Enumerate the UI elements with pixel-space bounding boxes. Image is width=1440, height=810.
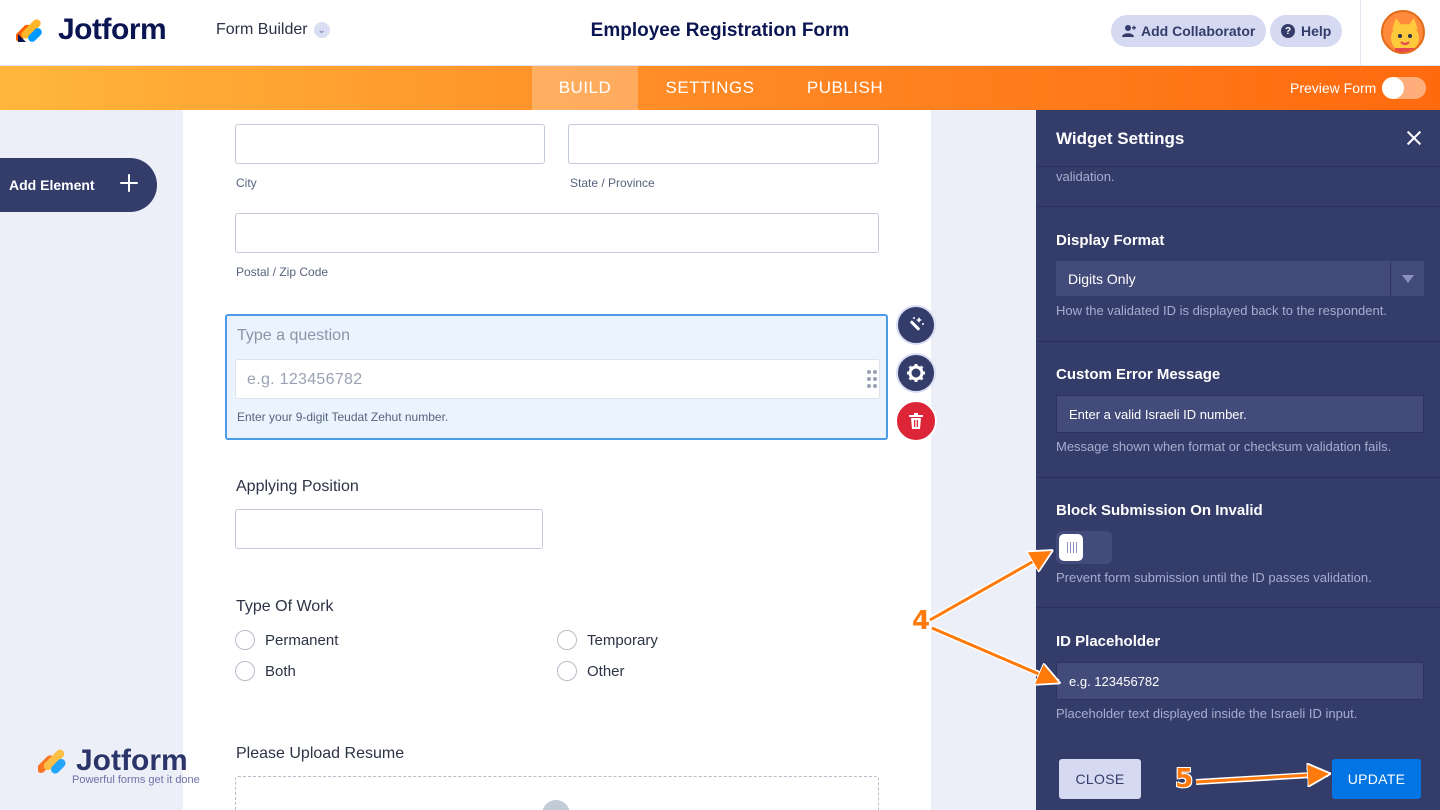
arrow-to-toggle: [928, 552, 1050, 623]
display-format-desc: How the validated ID is displayed back t…: [1056, 303, 1387, 318]
add-element-button[interactable]: Add Element: [0, 158, 157, 212]
type-of-work-label: Type Of Work: [236, 598, 334, 615]
display-format-select[interactable]: Digits Only: [1056, 261, 1424, 296]
add-element-label: Add Element: [9, 177, 95, 193]
city-sublabel: City: [236, 176, 257, 190]
jotform-logo[interactable]: Jotform: [14, 13, 167, 47]
israeli-id-input[interactable]: e.g. 123456782: [235, 359, 880, 399]
tab-build[interactable]: BUILD: [532, 66, 638, 110]
preview-form-label: Preview Form: [1290, 80, 1377, 96]
help-label: Help: [1301, 23, 1332, 39]
id-placeholder-desc: Placeholder text displayed inside the Is…: [1056, 706, 1358, 721]
id-question-sublabel: Enter your 9-digit Teudat Zehut number.: [237, 410, 449, 424]
display-format-value: Digits Only: [1068, 270, 1136, 287]
form-builder-dropdown[interactable]: Form Builder ⌄: [216, 21, 330, 39]
panel-header: Widget Settings: [1036, 110, 1440, 167]
drag-handle-icon[interactable]: [867, 370, 877, 388]
block-submission-toggle[interactable]: [1056, 531, 1112, 564]
radio-option-other[interactable]: Other: [557, 661, 625, 681]
header-divider: [1360, 0, 1361, 66]
id-placeholder-label: ID Placeholder: [1056, 633, 1161, 650]
close-button[interactable]: CLOSE: [1059, 759, 1141, 799]
toggle-knob: [1059, 534, 1083, 561]
radio-option-temporary[interactable]: Temporary: [557, 630, 658, 650]
applying-position-input[interactable]: [235, 509, 543, 549]
radio-label: Other: [587, 662, 625, 680]
radio-button[interactable]: [557, 661, 577, 681]
help-button[interactable]: ? Help: [1270, 15, 1343, 47]
jotform-logo-icon: [14, 14, 46, 46]
postal-input[interactable]: [235, 213, 879, 253]
radio-button[interactable]: [235, 630, 255, 650]
delete-field-button[interactable]: [895, 400, 937, 442]
radio-option-both[interactable]: Both: [235, 661, 296, 681]
block-submission-label: Block Submission On Invalid: [1056, 502, 1263, 519]
top-header: Jotform Form Builder ⌄ Employee Registra…: [0, 0, 1440, 66]
magic-wand-button[interactable]: [896, 305, 936, 345]
radio-button[interactable]: [557, 630, 577, 650]
custom-error-desc: Message shown when format or checksum va…: [1056, 439, 1392, 454]
watermark-text: Jotform: [76, 744, 188, 777]
applying-position-label: Applying Position: [236, 478, 359, 495]
id-placeholder-value: e.g. 123456782: [1069, 673, 1160, 689]
step-4-label: 4: [912, 606, 931, 636]
radio-button[interactable]: [235, 661, 255, 681]
selected-id-question[interactable]: Type a question e.g. 123456782 Enter you…: [225, 314, 888, 440]
custom-error-input[interactable]: Enter a valid Israeli ID number.: [1056, 395, 1424, 433]
dropdown-arrow-icon[interactable]: [1390, 261, 1424, 296]
jotform-watermark: Jotform: [38, 744, 188, 778]
jotform-watermark-icon: [38, 749, 66, 774]
widget-settings-panel: Widget Settings validation. Display Form…: [1036, 110, 1440, 810]
divider: [1036, 341, 1440, 342]
close-icon[interactable]: [1405, 129, 1423, 147]
custom-error-value: Enter a valid Israeli ID number.: [1069, 406, 1247, 422]
avatar[interactable]: [1381, 10, 1425, 54]
gear-icon: [907, 364, 925, 382]
radio-label: Temporary: [587, 631, 658, 649]
form-builder-label: Form Builder: [216, 21, 308, 38]
city-input[interactable]: [235, 124, 545, 164]
block-submission-desc: Prevent form submission until the ID pas…: [1056, 570, 1372, 585]
state-sublabel: State / Province: [570, 176, 655, 190]
display-format-label: Display Format: [1056, 232, 1165, 249]
builder-nav: BUILD SETTINGS PUBLISH Preview Form: [0, 66, 1440, 110]
add-user-icon: [1122, 24, 1136, 38]
field-settings-button[interactable]: [896, 353, 936, 393]
plus-icon: [118, 172, 140, 194]
state-input[interactable]: [568, 124, 879, 164]
tab-publish[interactable]: PUBLISH: [790, 66, 900, 110]
chevron-down-icon: ⌄: [313, 22, 330, 38]
radio-label: Both: [265, 662, 296, 680]
radio-label: Permanent: [265, 631, 339, 649]
postal-sublabel: Postal / Zip Code: [236, 265, 329, 279]
panel-title: Widget Settings: [1056, 129, 1185, 148]
toggle-knob: [1382, 77, 1404, 99]
add-collaborator-button[interactable]: Add Collaborator: [1111, 15, 1267, 47]
radio-option-permanent[interactable]: Permanent: [235, 630, 338, 650]
divider: [1036, 607, 1440, 608]
magic-wand-icon: [910, 317, 924, 331]
tab-settings[interactable]: SETTINGS: [646, 66, 774, 110]
watermark-tagline: Powerful forms get it done: [72, 774, 200, 786]
divider: [1036, 206, 1440, 207]
validation-desc: validation.: [1056, 169, 1115, 184]
question-title-placeholder[interactable]: Type a question: [237, 327, 350, 345]
divider: [1036, 477, 1440, 478]
preview-form-toggle[interactable]: [1382, 77, 1426, 99]
add-collaborator-label: Add Collaborator: [1141, 23, 1256, 39]
custom-error-label: Custom Error Message: [1056, 366, 1221, 383]
upload-resume-label: Please Upload Resume: [236, 745, 405, 762]
update-button[interactable]: UPDATE: [1332, 759, 1421, 799]
help-icon: ?: [1281, 24, 1295, 38]
trash-icon: [909, 413, 923, 429]
step-5-label: 5: [1175, 764, 1194, 794]
id-placeholder-input[interactable]: e.g. 123456782: [1056, 662, 1424, 700]
id-input-placeholder: e.g. 123456782: [247, 371, 363, 388]
logo-text: Jotform: [58, 13, 167, 46]
